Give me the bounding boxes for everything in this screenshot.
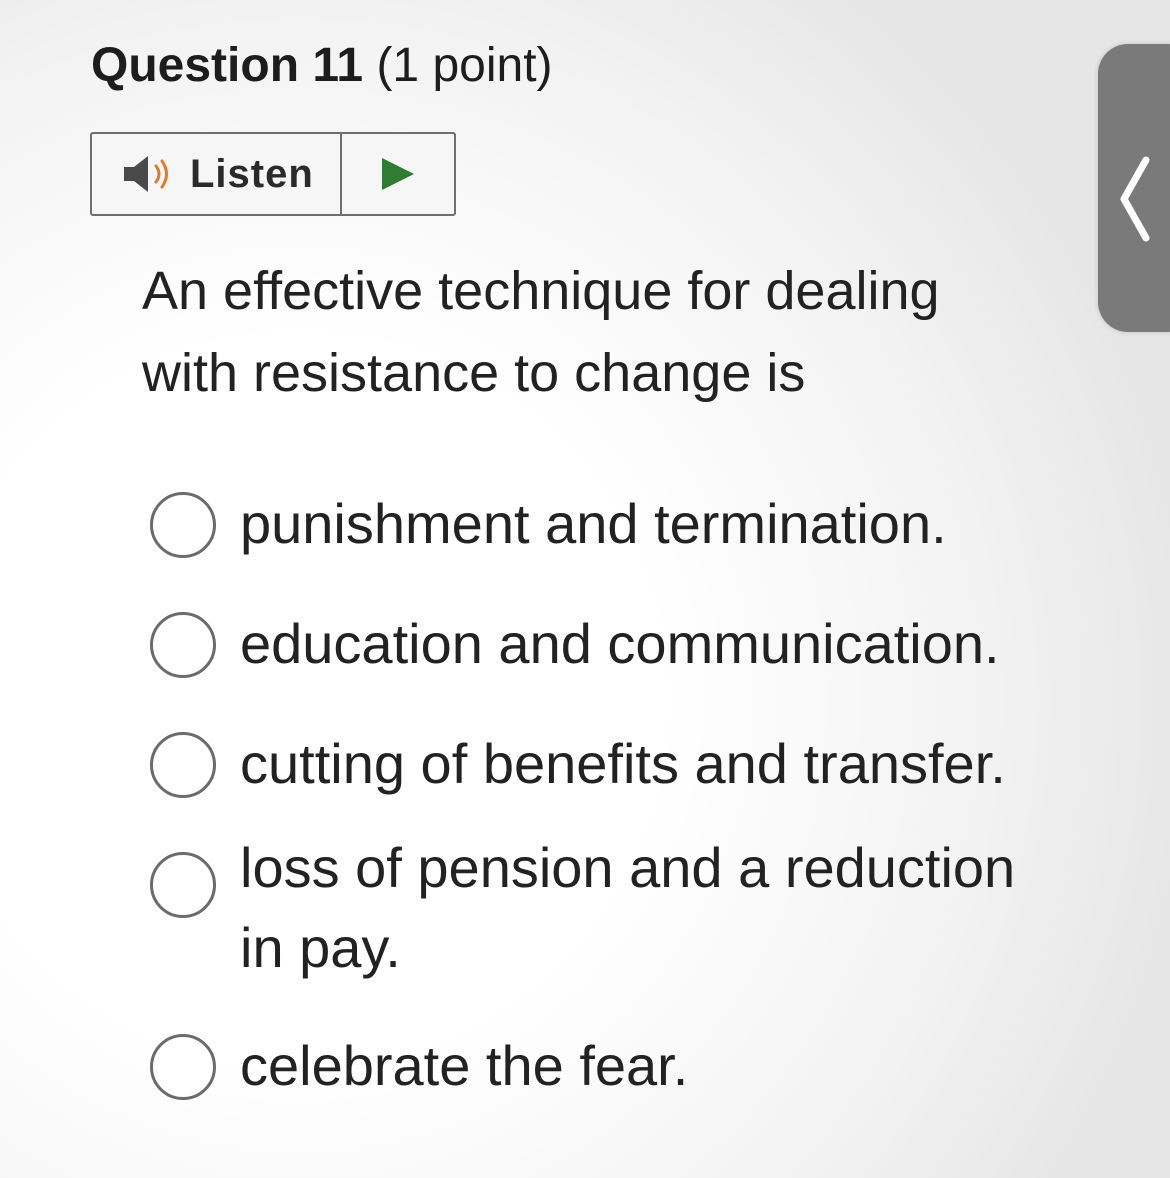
question-points: (1 point) xyxy=(376,39,553,92)
answer-option-label: celebrate the fear. xyxy=(240,1034,689,1097)
answer-option[interactable]: celebrate the fear. xyxy=(150,1034,1060,1106)
side-panel-toggle[interactable] xyxy=(1098,44,1170,332)
radio-button[interactable] xyxy=(150,732,216,798)
listen-widget: Listen xyxy=(90,132,456,216)
answer-option-label: education and communication. xyxy=(240,612,1000,675)
listen-button[interactable]: Listen xyxy=(92,134,342,214)
listen-label: Listen xyxy=(190,151,314,196)
answer-option[interactable]: loss of pension and a reduction in pay. xyxy=(150,832,1040,988)
question-text: An effective technique for dealing with … xyxy=(142,261,940,403)
radio-button[interactable] xyxy=(150,492,216,558)
answer-option[interactable]: punishment and termination. xyxy=(150,492,1060,564)
question-header: Question 11 (1 point) xyxy=(91,36,553,96)
speaker-icon xyxy=(124,156,168,192)
answer-option[interactable]: education and communication. xyxy=(150,612,1060,684)
answer-option-label: loss of pension and a reduction in pay. xyxy=(240,836,1016,979)
play-button[interactable] xyxy=(342,134,454,214)
radio-button[interactable] xyxy=(150,852,216,918)
answer-option[interactable]: cutting of benefits and transfer. xyxy=(150,732,1060,804)
radio-button[interactable] xyxy=(150,1034,216,1100)
radio-button[interactable] xyxy=(150,612,216,678)
answer-option-label: cutting of benefits and transfer. xyxy=(240,732,1006,795)
question-title: Question 11 xyxy=(91,39,364,92)
play-icon xyxy=(382,158,414,190)
answer-option-label: punishment and termination. xyxy=(240,492,947,555)
chevron-left-icon xyxy=(1120,156,1150,242)
